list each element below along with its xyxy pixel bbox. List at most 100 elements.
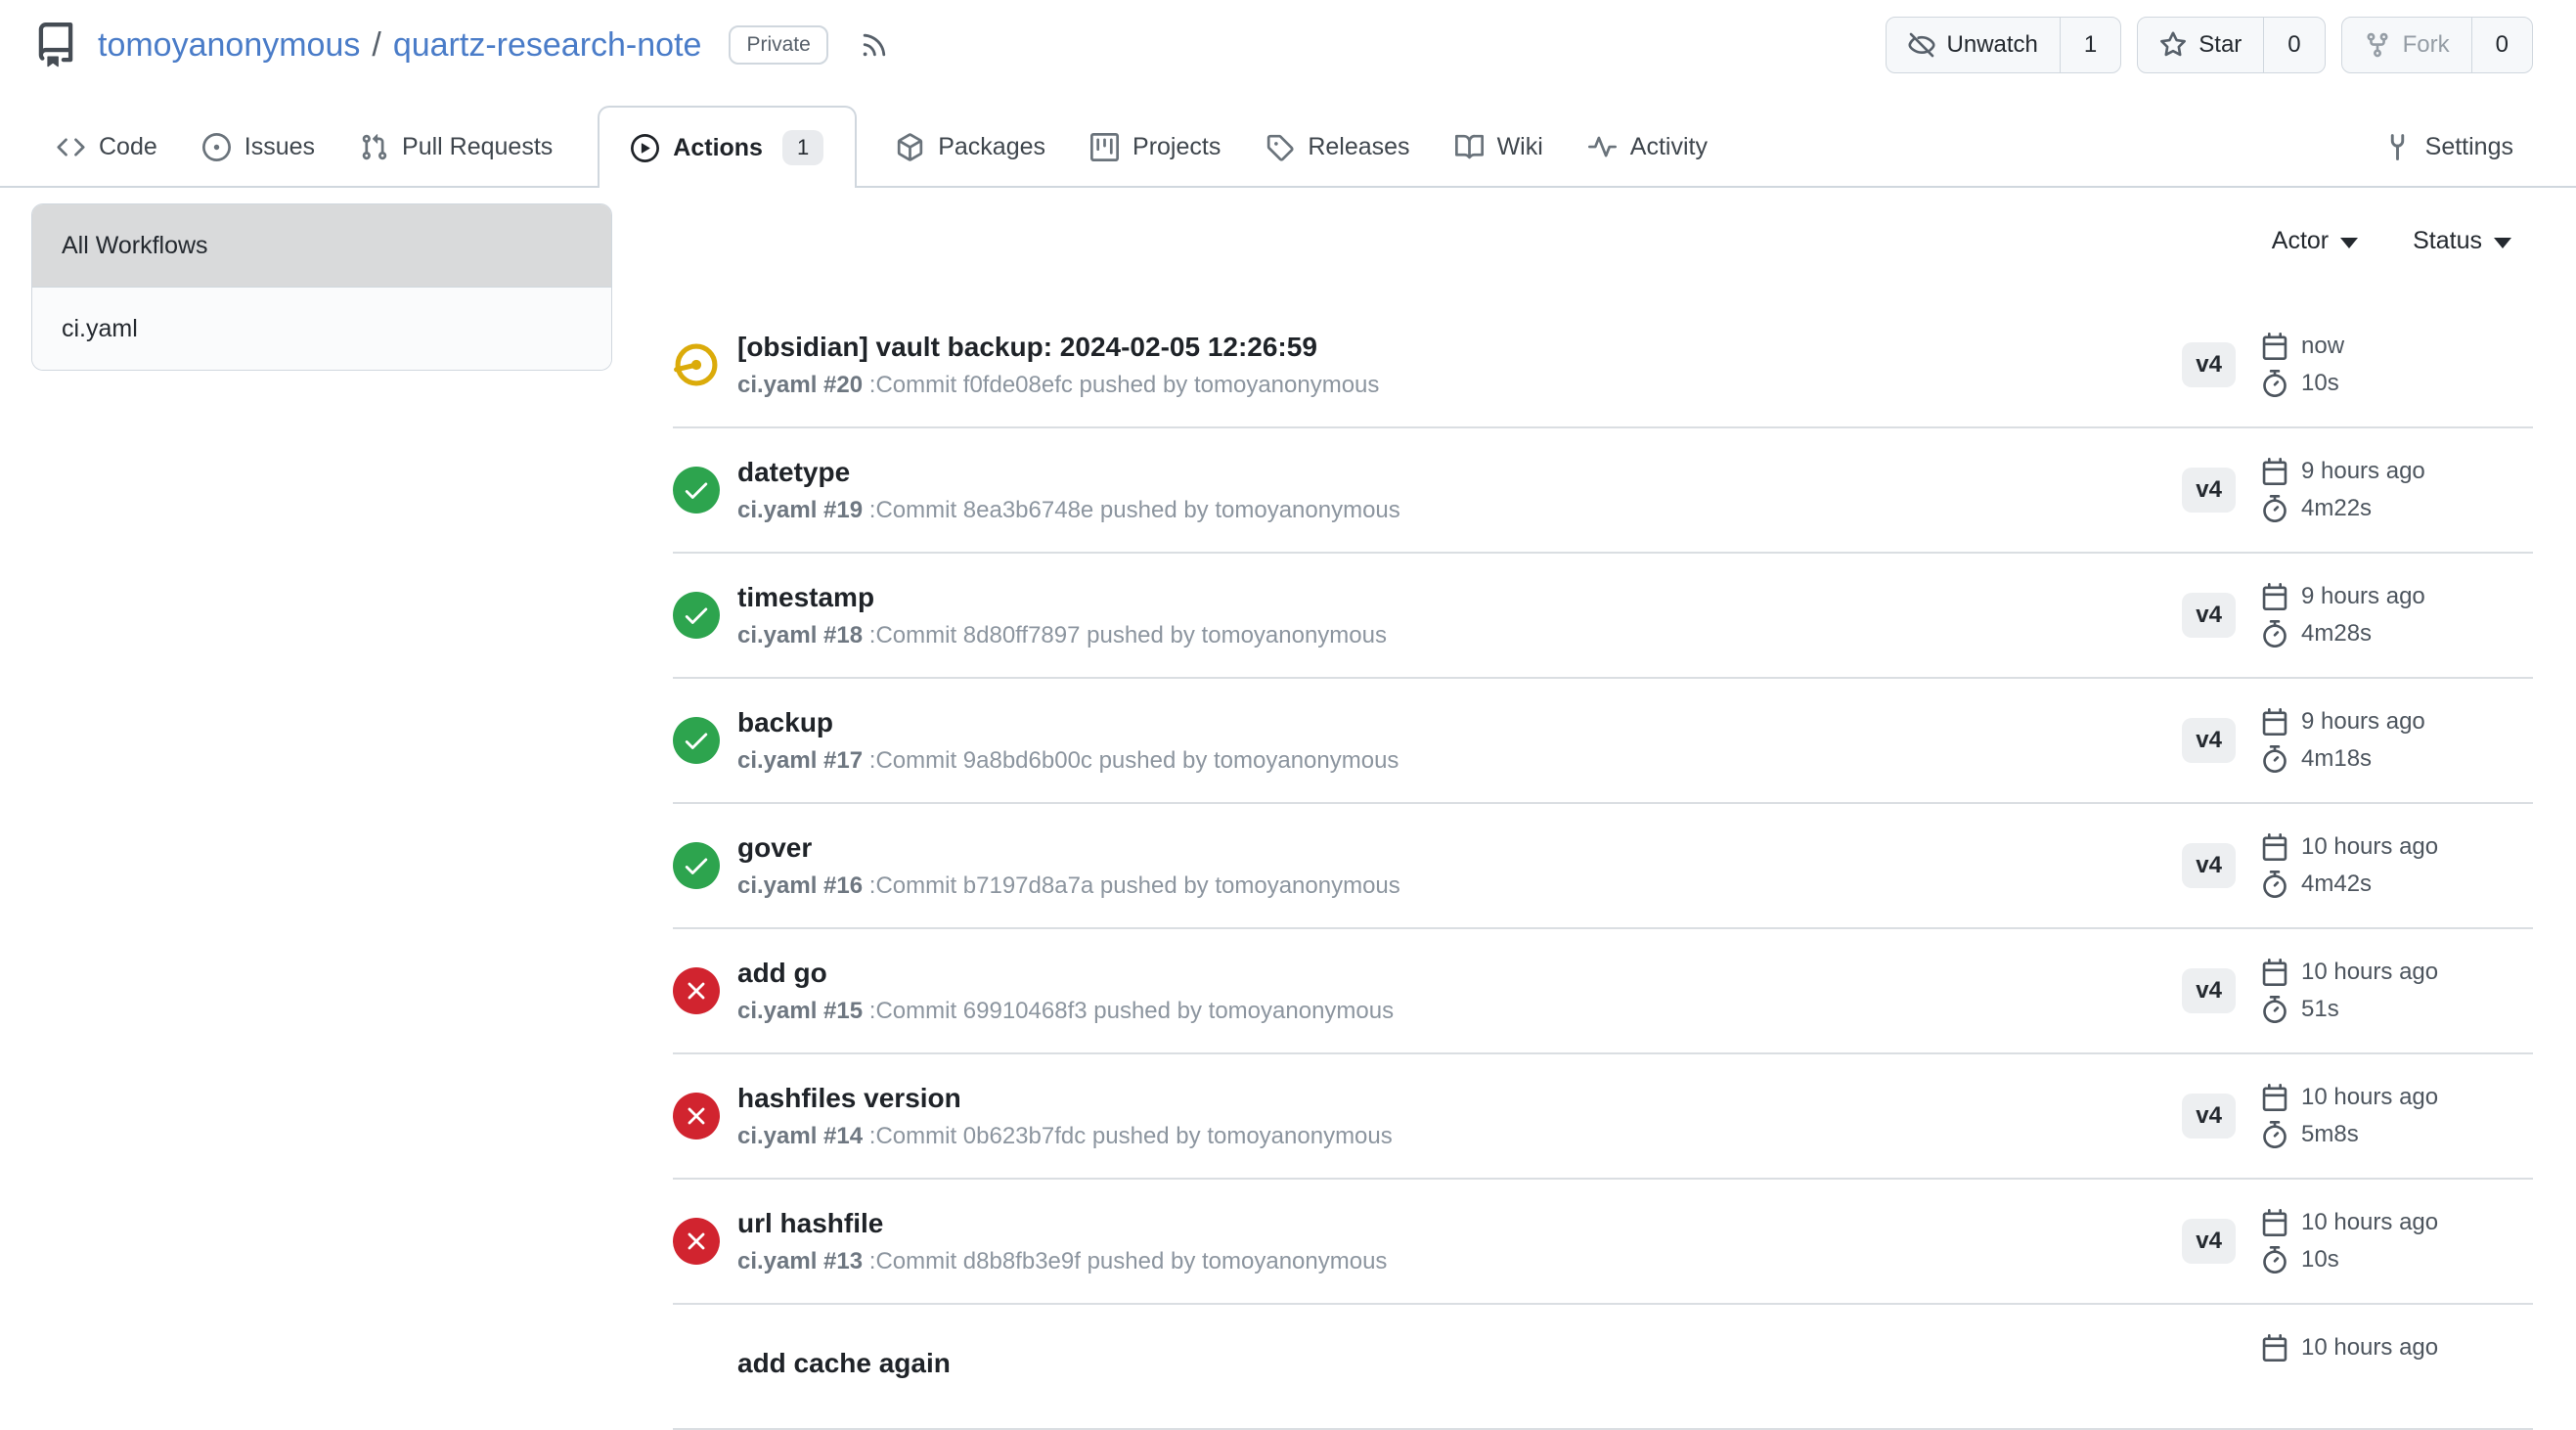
run-meta: 10 hours ago 4m42s xyxy=(2261,833,2533,898)
run-duration: 4m18s xyxy=(2261,745,2533,773)
star-button[interactable]: Star xyxy=(2138,18,2263,72)
tab-pull-requests[interactable]: Pull Requests xyxy=(360,133,553,161)
run-title-link[interactable]: hashfiles version xyxy=(737,1082,2182,1115)
repo-book-icon xyxy=(33,22,78,67)
breadcrumb: tomoyanonymous / quartz-research-note xyxy=(98,26,701,65)
version-badge: v4 xyxy=(2182,342,2236,387)
run-status-cell xyxy=(673,717,720,764)
run-date: now xyxy=(2261,333,2533,360)
run-duration-text: 4m22s xyxy=(2301,495,2372,522)
run-title-link[interactable]: add cache again xyxy=(737,1347,2208,1380)
run-date-text: 9 hours ago xyxy=(2301,458,2425,485)
actions-count-badge: 1 xyxy=(782,130,823,165)
run-status-cell xyxy=(673,467,720,514)
success-check-icon xyxy=(673,467,720,514)
repo-tabbar: Code Issues Pull Requests Actions 1 Pack… xyxy=(0,108,2576,188)
run-duration-text: 5m8s xyxy=(2301,1121,2359,1148)
watch-button-group: Unwatch 1 xyxy=(1886,17,2122,73)
run-title-link[interactable]: url hashfile xyxy=(737,1207,2182,1240)
run-status-cell xyxy=(673,592,720,639)
tab-settings[interactable]: Settings xyxy=(2383,133,2513,161)
watch-count[interactable]: 1 xyxy=(2060,18,2120,72)
run-title-link[interactable]: [obsidian] vault backup: 2024-02-05 12:2… xyxy=(737,331,2182,364)
run-date: 10 hours ago xyxy=(2261,1209,2533,1236)
sidebar-item-ci-yaml[interactable]: ci.yaml xyxy=(32,287,611,370)
chevron-down-icon xyxy=(2494,238,2511,248)
run-commit-description: :Commit 0b623b7fdc pushed by tomoyanonym… xyxy=(869,1123,1393,1149)
run-title-link[interactable]: gover xyxy=(737,831,2182,865)
tab-packages[interactable]: Packages xyxy=(896,133,1045,161)
tag-icon xyxy=(1266,133,1294,161)
tab-issues[interactable]: Issues xyxy=(202,133,315,161)
run-title-link[interactable]: backup xyxy=(737,706,2182,739)
run-duration: 4m22s xyxy=(2261,495,2533,522)
run-meta: 10 hours ago 51s xyxy=(2261,959,2533,1023)
run-subtitle: ci.yaml #13 :Commit d8b8fb3e9f pushed by… xyxy=(737,1247,2182,1276)
tab-activity[interactable]: Activity xyxy=(1588,133,1708,161)
run-status-cell xyxy=(673,341,720,388)
breadcrumb-separator: / xyxy=(372,26,380,65)
run-workflow-number: ci.yaml #16 xyxy=(737,872,863,899)
tab-actions[interactable]: Actions 1 xyxy=(598,106,857,188)
run-title-link[interactable]: timestamp xyxy=(737,581,2182,614)
run-text: add go ci.yaml #15 :Commit 69910468f3 pu… xyxy=(737,957,2182,1026)
run-duration: 5m8s xyxy=(2261,1121,2533,1148)
repo-header: tomoyanonymous / quartz-research-note Pr… xyxy=(0,0,2576,80)
tab-releases[interactable]: Releases xyxy=(1266,133,1409,161)
stopwatch-icon xyxy=(2261,495,2288,522)
tab-code[interactable]: Code xyxy=(57,133,157,161)
repo-name-link[interactable]: quartz-research-note xyxy=(393,26,702,65)
success-check-icon xyxy=(673,717,720,764)
unwatch-button[interactable]: Unwatch xyxy=(1887,18,2060,72)
code-icon xyxy=(57,133,85,161)
run-workflow-number: ci.yaml #20 xyxy=(737,372,863,398)
run-duration-text: 4m18s xyxy=(2301,745,2372,773)
run-workflow-number: ci.yaml #18 xyxy=(737,622,863,648)
failure-x-icon xyxy=(673,1218,720,1265)
run-title-link[interactable]: datetype xyxy=(737,456,2182,489)
issue-opened-icon xyxy=(202,133,231,161)
fork-button[interactable]: Fork xyxy=(2342,18,2471,72)
status-filter-dropdown[interactable]: Status xyxy=(2413,227,2511,255)
run-date: 10 hours ago xyxy=(2261,833,2533,861)
run-date-text: 9 hours ago xyxy=(2301,583,2425,610)
run-duration-text: 4m28s xyxy=(2301,620,2372,648)
stopwatch-icon xyxy=(2261,370,2288,397)
run-subtitle: ci.yaml #16 :Commit b7197d8a7a pushed by… xyxy=(737,871,2182,901)
fork-count[interactable]: 0 xyxy=(2471,18,2532,72)
eye-slash-icon xyxy=(1908,31,1935,59)
run-meta: 9 hours ago 4m22s xyxy=(2261,458,2533,522)
run-date: 9 hours ago xyxy=(2261,458,2533,485)
run-title-link[interactable]: add go xyxy=(737,957,2182,990)
run-commit-description: :Commit 9a8bd6b00c pushed by tomoyanonym… xyxy=(869,747,1399,774)
tab-projects[interactable]: Projects xyxy=(1090,133,1221,161)
failure-x-icon xyxy=(673,967,720,1014)
run-status-cell xyxy=(673,1093,720,1140)
run-list: [obsidian] vault backup: 2024-02-05 12:2… xyxy=(673,303,2533,1430)
stopwatch-icon xyxy=(2261,620,2288,648)
star-count[interactable]: 0 xyxy=(2263,18,2324,72)
run-commit-description: :Commit d8b8fb3e9f pushed by tomoyanonym… xyxy=(869,1248,1388,1274)
calendar-icon xyxy=(2261,583,2288,610)
pull-request-icon xyxy=(360,133,388,161)
repo-owner-link[interactable]: tomoyanonymous xyxy=(98,26,360,65)
run-workflow-number: ci.yaml #13 xyxy=(737,1248,863,1274)
run-status-cell xyxy=(673,967,720,1014)
run-workflow-number: ci.yaml #15 xyxy=(737,998,863,1024)
run-subtitle: ci.yaml #19 :Commit 8ea3b6748e pushed by… xyxy=(737,496,2182,525)
pulse-icon xyxy=(1588,133,1617,161)
workflow-run-row: backup ci.yaml #17 :Commit 9a8bd6b00c pu… xyxy=(673,679,2533,804)
workflow-run-row: [obsidian] vault backup: 2024-02-05 12:2… xyxy=(673,303,2533,428)
repo-actions: Unwatch 1 Star 0 Fork 0 xyxy=(1886,17,2533,73)
sidebar-item-all-workflows[interactable]: All Workflows xyxy=(32,204,611,287)
actor-filter-dropdown[interactable]: Actor xyxy=(2272,227,2358,255)
star-button-group: Star 0 xyxy=(2137,17,2325,73)
workflow-run-row: add cache again 10 hours ago xyxy=(673,1305,2533,1430)
tab-wiki[interactable]: Wiki xyxy=(1455,133,1543,161)
run-meta: 10 hours ago xyxy=(2261,1334,2533,1399)
stopwatch-icon xyxy=(2261,871,2288,898)
rss-feed-icon[interactable] xyxy=(860,30,889,60)
run-duration-text: 4m42s xyxy=(2301,871,2372,898)
run-text: url hashfile ci.yaml #13 :Commit d8b8fb3… xyxy=(737,1207,2182,1276)
run-date: 9 hours ago xyxy=(2261,583,2533,610)
